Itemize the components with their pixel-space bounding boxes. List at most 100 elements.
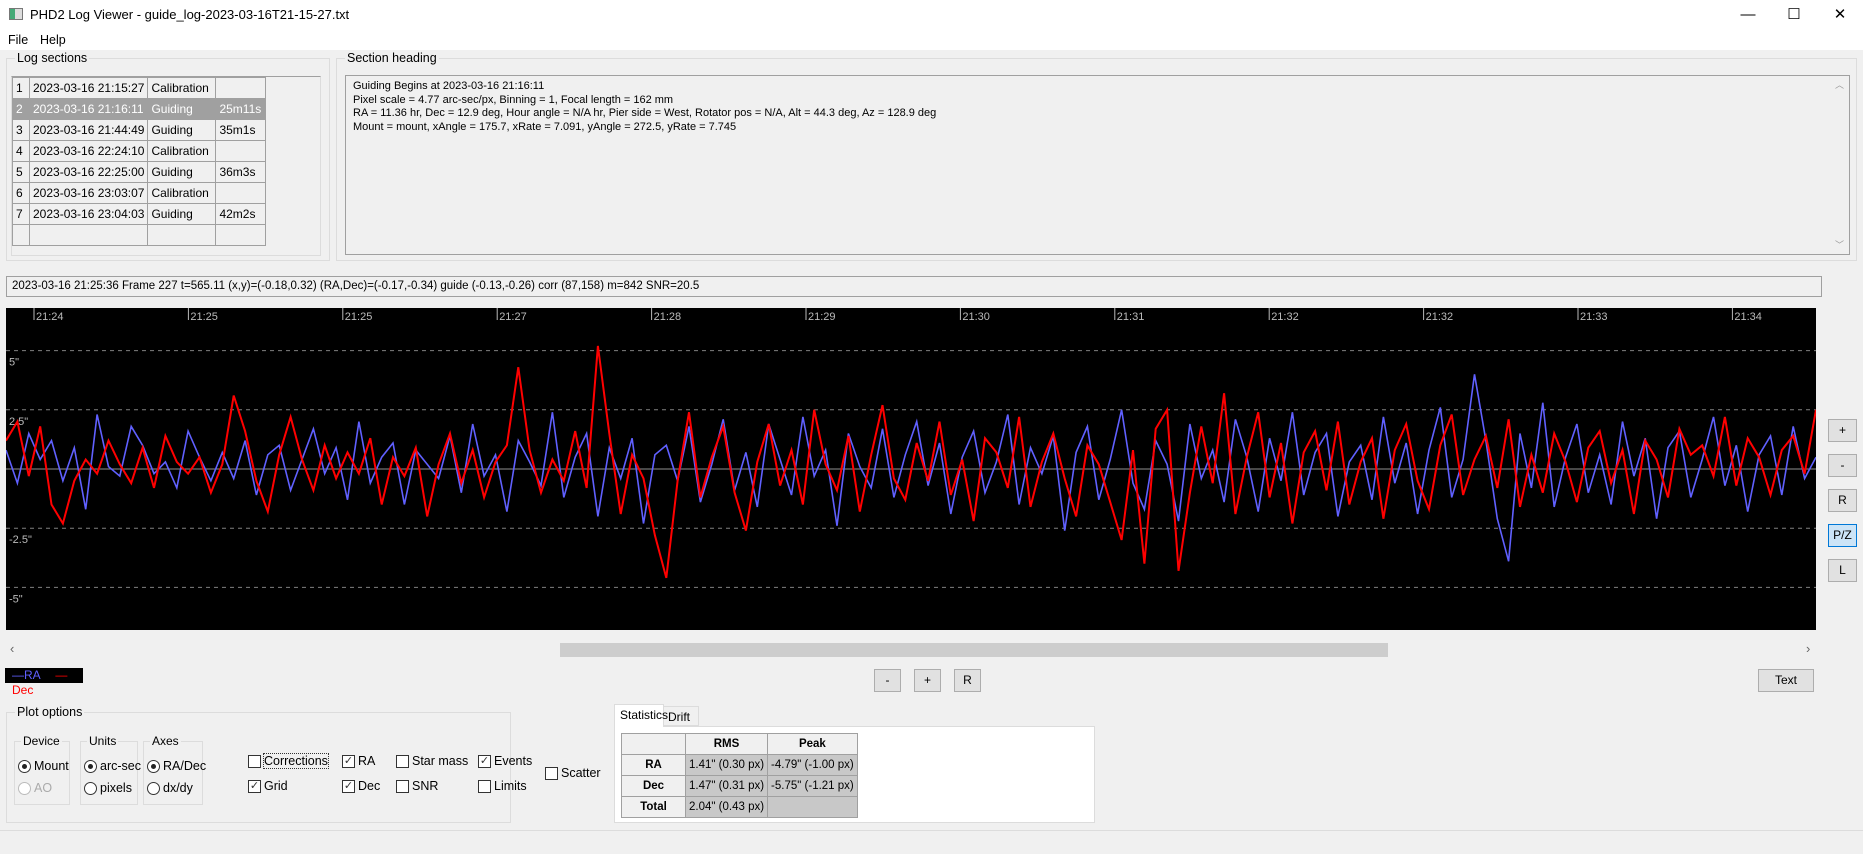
stats-value: -5.75" (-1.21 px) xyxy=(767,775,858,797)
axes-option[interactable]: RA/Dec xyxy=(147,759,206,773)
zoom-out-button[interactable]: - xyxy=(874,669,901,692)
stats-value xyxy=(767,796,858,818)
text-button[interactable]: Text xyxy=(1758,669,1814,692)
guide-graph[interactable]: 5"2.5"-2.5"-5"21:24 21:25 21:25 21:27 21:28 2… xyxy=(6,308,1816,630)
x-tick-label: 21:29 xyxy=(808,311,836,323)
checkbox-label: Events xyxy=(494,754,533,768)
maximize-button[interactable]: ☐ xyxy=(1771,0,1817,30)
checkmark-icon[interactable]: ✓ xyxy=(478,754,491,768)
checkbox-snr[interactable]: SNR xyxy=(396,779,438,793)
radio-button[interactable] xyxy=(84,781,97,795)
units-option[interactable]: pixels xyxy=(84,781,132,795)
stats-row-label: Dec xyxy=(621,775,686,797)
x-tick-label: 21:31 xyxy=(1117,311,1145,323)
stats-row: RA 1.41" (0.30 px) -4.79" (-1.00 px) xyxy=(621,754,858,776)
tab-drift[interactable]: Drift xyxy=(663,706,699,726)
radio-label: arc-sec xyxy=(100,759,141,773)
scroll-down-icon[interactable]: ﹀ xyxy=(1835,238,1844,251)
cell-type: Calibration xyxy=(147,182,217,204)
x-tick-label: 21:24 xyxy=(36,311,64,323)
checkbox-box[interactable] xyxy=(248,754,261,768)
stats-row: Total 2.04" (0.43 px) xyxy=(621,796,858,818)
menu-bar: File Help xyxy=(0,30,1863,50)
zoom-in-button[interactable]: + xyxy=(1828,419,1857,442)
scroll-left-icon[interactable]: ‹ xyxy=(10,641,14,656)
x-tick-label: 21:32 xyxy=(1271,311,1299,323)
heading-line: Guiding Begins at 2023-03-16 21:16:11 xyxy=(353,80,545,92)
axes-label: Axes xyxy=(150,734,181,748)
checkbox-box[interactable] xyxy=(545,766,558,780)
device-option: AO xyxy=(18,781,52,795)
close-button[interactable]: ✕ xyxy=(1817,0,1863,30)
checkbox-dec[interactable]: ✓ Dec xyxy=(342,779,380,793)
minimize-button[interactable]: — xyxy=(1725,0,1771,30)
cell-type: Calibration xyxy=(147,77,217,99)
cell-dur: 25m11s xyxy=(215,98,267,120)
cell-n: 6 xyxy=(12,182,30,204)
cell-time: 2023-03-16 22:24:10 xyxy=(28,140,149,162)
tab-statistics[interactable]: Statistics xyxy=(614,704,668,727)
menu-help[interactable]: Help xyxy=(40,33,66,47)
checkbox-corrections[interactable]: Corrections xyxy=(248,753,329,769)
log-section-row[interactable]: 1 2023-03-16 21:15:27 Calibration xyxy=(12,77,267,99)
checkbox-box[interactable] xyxy=(396,779,409,793)
radio-button[interactable] xyxy=(147,781,160,795)
lock-button[interactable]: L xyxy=(1828,559,1857,582)
reset-button[interactable]: R xyxy=(1828,489,1857,512)
scrollbar-thumb[interactable] xyxy=(560,643,1388,657)
axes-option[interactable]: dx/dy xyxy=(147,781,193,795)
cell-time: 2023-03-16 23:04:03 xyxy=(28,203,149,225)
checkbox-star-mass[interactable]: Star mass xyxy=(396,754,468,768)
checkmark-icon[interactable]: ✓ xyxy=(248,779,261,793)
checkbox-label: SNR xyxy=(412,779,439,793)
menu-file[interactable]: File xyxy=(8,33,28,47)
pan-zoom-button[interactable]: P/Z xyxy=(1828,524,1857,547)
section-heading-label: Section heading xyxy=(345,51,439,65)
checkmark-icon[interactable]: ✓ xyxy=(342,754,355,768)
zoom-in-button[interactable]: + xyxy=(914,669,941,692)
window-title: PHD2 Log Viewer - guide_log-2023-03-16T2… xyxy=(30,7,350,22)
checkbox-scatter[interactable]: Scatter xyxy=(545,766,601,780)
radio-button[interactable] xyxy=(18,759,31,773)
log-section-row[interactable]: 6 2023-03-16 23:03:07 Calibration xyxy=(12,182,267,204)
radio-label: dx/dy xyxy=(163,781,193,795)
y-tick-label: 5" xyxy=(9,357,19,369)
cell-n: 5 xyxy=(12,161,30,183)
zoom-out-button[interactable]: - xyxy=(1828,454,1857,477)
radio-button[interactable] xyxy=(147,759,160,773)
stats-value: 2.04" (0.43 px) xyxy=(684,796,769,818)
log-section-row[interactable]: 7 2023-03-16 23:04:03 Guiding 42m2s xyxy=(12,203,267,225)
section-heading-text[interactable]: Guiding Begins at 2023-03-16 21:16:11 Pix… xyxy=(345,75,1850,255)
cell-n xyxy=(12,224,30,246)
zoom-reset-button[interactable]: R xyxy=(954,669,981,692)
log-section-row[interactable]: 2 2023-03-16 21:16:11 Guiding 25m11s xyxy=(12,98,267,120)
checkbox-box[interactable] xyxy=(478,779,491,793)
cell-n: 7 xyxy=(12,203,30,225)
units-label: Units xyxy=(87,734,119,748)
y-tick-label: -2.5" xyxy=(9,534,32,546)
log-section-row[interactable]: 5 2023-03-16 22:25:00 Guiding 36m3s xyxy=(12,161,267,183)
checkbox-ra[interactable]: ✓ RA xyxy=(342,754,375,768)
scroll-right-icon[interactable]: › xyxy=(1806,641,1810,656)
log-section-row[interactable]: 4 2023-03-16 22:24:10 Calibration xyxy=(12,140,267,162)
scroll-up-icon[interactable]: ︿ xyxy=(1835,78,1844,91)
stats-value: 1.47" (0.31 px) xyxy=(684,775,769,797)
checkbox-events[interactable]: ✓ Events xyxy=(478,754,532,768)
app-icon xyxy=(9,8,23,20)
radio-button[interactable] xyxy=(18,781,31,795)
legend-ra: —RA xyxy=(12,668,41,682)
log-section-row[interactable]: 3 2023-03-16 21:44:49 Guiding 35m1s xyxy=(12,119,267,141)
stats-row: Dec 1.47" (0.31 px) -5.75" (-1.21 px) xyxy=(621,775,858,797)
checkbox-label: RA xyxy=(358,754,376,768)
checkbox-grid[interactable]: ✓ Grid xyxy=(248,779,288,793)
device-option[interactable]: Mount xyxy=(18,759,69,773)
units-option[interactable]: arc-sec xyxy=(84,759,141,773)
log-section-row[interactable] xyxy=(12,224,267,246)
checkbox-limits[interactable]: Limits xyxy=(478,779,527,793)
radio-button[interactable] xyxy=(84,759,97,773)
x-tick-label: 21:34 xyxy=(1734,311,1762,323)
checkmark-icon[interactable]: ✓ xyxy=(342,779,355,793)
cell-time: 2023-03-16 23:03:07 xyxy=(28,182,149,204)
checkbox-label: Dec xyxy=(358,779,381,793)
checkbox-box[interactable] xyxy=(396,754,409,768)
